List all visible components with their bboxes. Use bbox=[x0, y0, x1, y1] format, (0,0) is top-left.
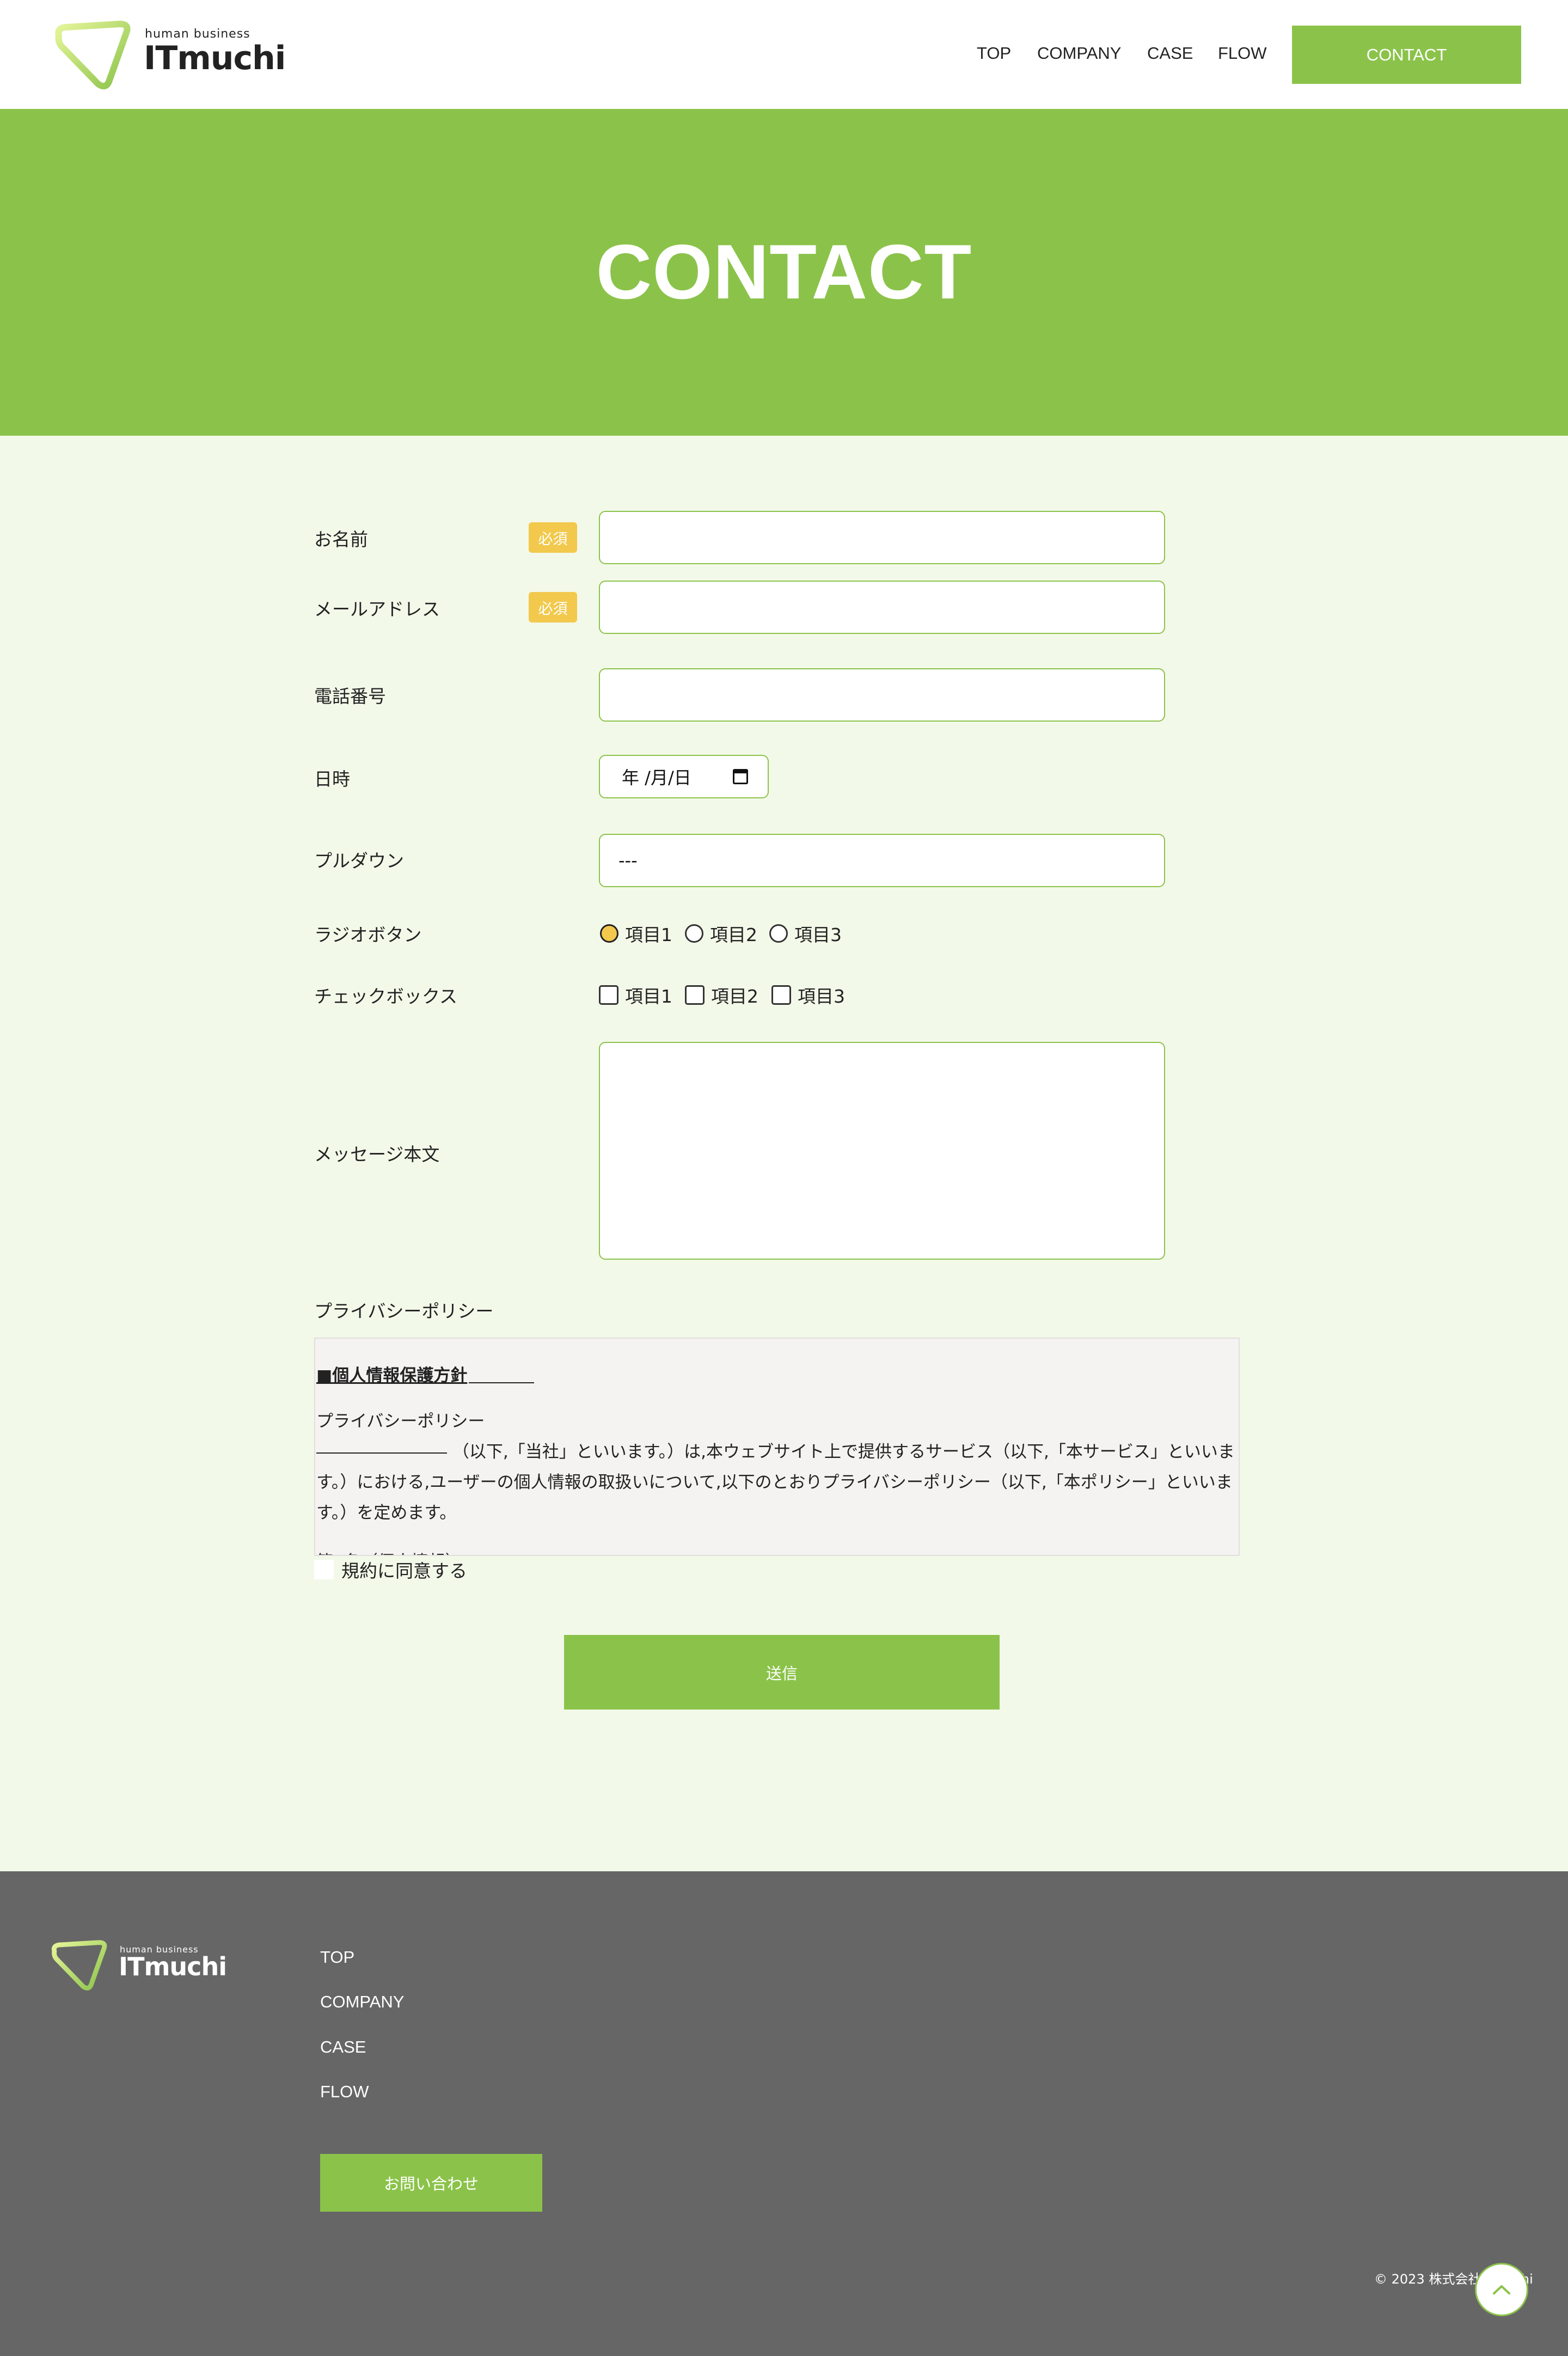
logo-name: ITmuchi bbox=[144, 39, 286, 77]
radio-button[interactable] bbox=[600, 924, 618, 943]
agree-checkbox[interactable] bbox=[314, 1560, 334, 1579]
agree-label: 規約に同意する bbox=[341, 1560, 467, 1582]
checkbox-option-2[interactable]: 項目2 bbox=[685, 982, 758, 1008]
nav-contact-button[interactable]: CONTACT bbox=[1292, 26, 1521, 84]
site-header: human business ITmuchi TOP COMPANY CASE … bbox=[0, 0, 1568, 109]
radio-option-label: 項目1 bbox=[625, 924, 672, 945]
message-textarea[interactable] bbox=[599, 1042, 1165, 1260]
blank-underline bbox=[316, 1452, 447, 1454]
message-label: メッセージ本文 bbox=[314, 1144, 440, 1165]
checkbox-option-label: 項目3 bbox=[798, 986, 845, 1007]
privacy-next-article: 第1条（個人情報） bbox=[316, 1548, 462, 1555]
phone-label: 電話番号 bbox=[314, 686, 386, 707]
radio-option-3[interactable]: 項目3 bbox=[769, 920, 842, 947]
calendar-icon[interactable] bbox=[733, 769, 748, 784]
radio-button[interactable] bbox=[769, 924, 788, 943]
checkbox-option-label: 項目1 bbox=[625, 986, 672, 1007]
select-value: --- bbox=[618, 850, 638, 871]
checkbox-option-label: 項目2 bbox=[711, 986, 758, 1007]
site-logo[interactable]: human business ITmuchi bbox=[54, 21, 286, 91]
radio-label: ラジオボタン bbox=[314, 924, 422, 945]
privacy-label: プライバシーポリシー bbox=[314, 1301, 494, 1322]
phone-input[interactable] bbox=[599, 668, 1165, 722]
name-input[interactable] bbox=[599, 511, 1165, 564]
radio-option-label: 項目3 bbox=[794, 924, 842, 945]
checkbox[interactable] bbox=[771, 985, 791, 1005]
email-label: メールアドレス bbox=[314, 599, 440, 620]
privacy-intro: プライバシーポリシー bbox=[316, 1412, 485, 1431]
checkbox-label: チェックボックス bbox=[314, 986, 458, 1007]
submit-button[interactable]: 送信 bbox=[564, 1635, 1000, 1710]
privacy-policy-scrollbox[interactable]: ■個人情報保護方針 プライバシーポリシー （以下,「当社」といいます。）は,本ウ… bbox=[314, 1338, 1240, 1556]
footer-link-flow[interactable]: FLOW bbox=[320, 2082, 369, 2102]
footer-logo[interactable]: human business ITmuchi bbox=[51, 1939, 227, 1999]
checkbox[interactable] bbox=[599, 985, 618, 1005]
hero-banner: CONTACT bbox=[0, 109, 1568, 436]
email-input[interactable] bbox=[599, 581, 1165, 634]
checkbox[interactable] bbox=[685, 985, 705, 1005]
page-title: CONTACT bbox=[596, 229, 972, 315]
name-required-badge: 必須 bbox=[529, 522, 577, 553]
name-label: お名前 bbox=[314, 529, 368, 550]
chevron-up-icon bbox=[1493, 2285, 1510, 2294]
radio-option-label: 項目2 bbox=[710, 924, 757, 945]
nav-flow[interactable]: FLOW bbox=[1218, 44, 1267, 63]
privacy-body: プライバシーポリシー （以下,「当社」といいます。）は,本ウェブサイト上で提供す… bbox=[316, 1406, 1236, 1528]
checkbox-option-1[interactable]: 項目1 bbox=[599, 982, 672, 1008]
footer-logo-name: ITmuchi bbox=[119, 1952, 227, 1981]
date-input[interactable]: 年 /月/日 bbox=[599, 755, 769, 798]
agree-checkbox-row[interactable]: 規約に同意する bbox=[314, 1557, 467, 1583]
logo-triangle-icon bbox=[55, 21, 131, 90]
radio-option-1[interactable]: 項目1 bbox=[600, 920, 672, 947]
site-footer: human business ITmuchi bbox=[0, 1871, 1568, 2356]
privacy-text: （以下,「当社」といいます。）は,本ウェブサイト上で提供するサービス（以下,「本… bbox=[316, 1442, 1235, 1523]
footer-link-case[interactable]: CASE bbox=[320, 2037, 366, 2057]
nav-case[interactable]: CASE bbox=[1147, 44, 1193, 63]
radio-option-2[interactable]: 項目2 bbox=[685, 920, 757, 947]
footer-link-top[interactable]: TOP bbox=[320, 1948, 354, 1967]
nav-top[interactable]: TOP bbox=[977, 44, 1011, 63]
footer-link-company[interactable]: COMPANY bbox=[320, 1992, 404, 2012]
back-to-top-button[interactable] bbox=[1475, 2263, 1528, 2316]
privacy-heading: ■個人情報保護方針 bbox=[316, 1366, 468, 1385]
radio-button[interactable] bbox=[685, 924, 703, 943]
date-value: 年 /月/日 bbox=[622, 767, 691, 788]
select-label: プルダウン bbox=[314, 850, 404, 871]
email-required-badge: 必須 bbox=[529, 592, 577, 622]
checkbox-option-3[interactable]: 項目3 bbox=[771, 982, 845, 1008]
pulldown-select[interactable]: --- bbox=[599, 834, 1165, 887]
logo-triangle-icon bbox=[51, 1940, 107, 1991]
nav-company[interactable]: COMPANY bbox=[1037, 44, 1121, 63]
footer-contact-button[interactable]: お問い合わせ bbox=[320, 2154, 542, 2212]
heading-underline bbox=[469, 1382, 534, 1383]
date-label: 日時 bbox=[314, 768, 350, 790]
